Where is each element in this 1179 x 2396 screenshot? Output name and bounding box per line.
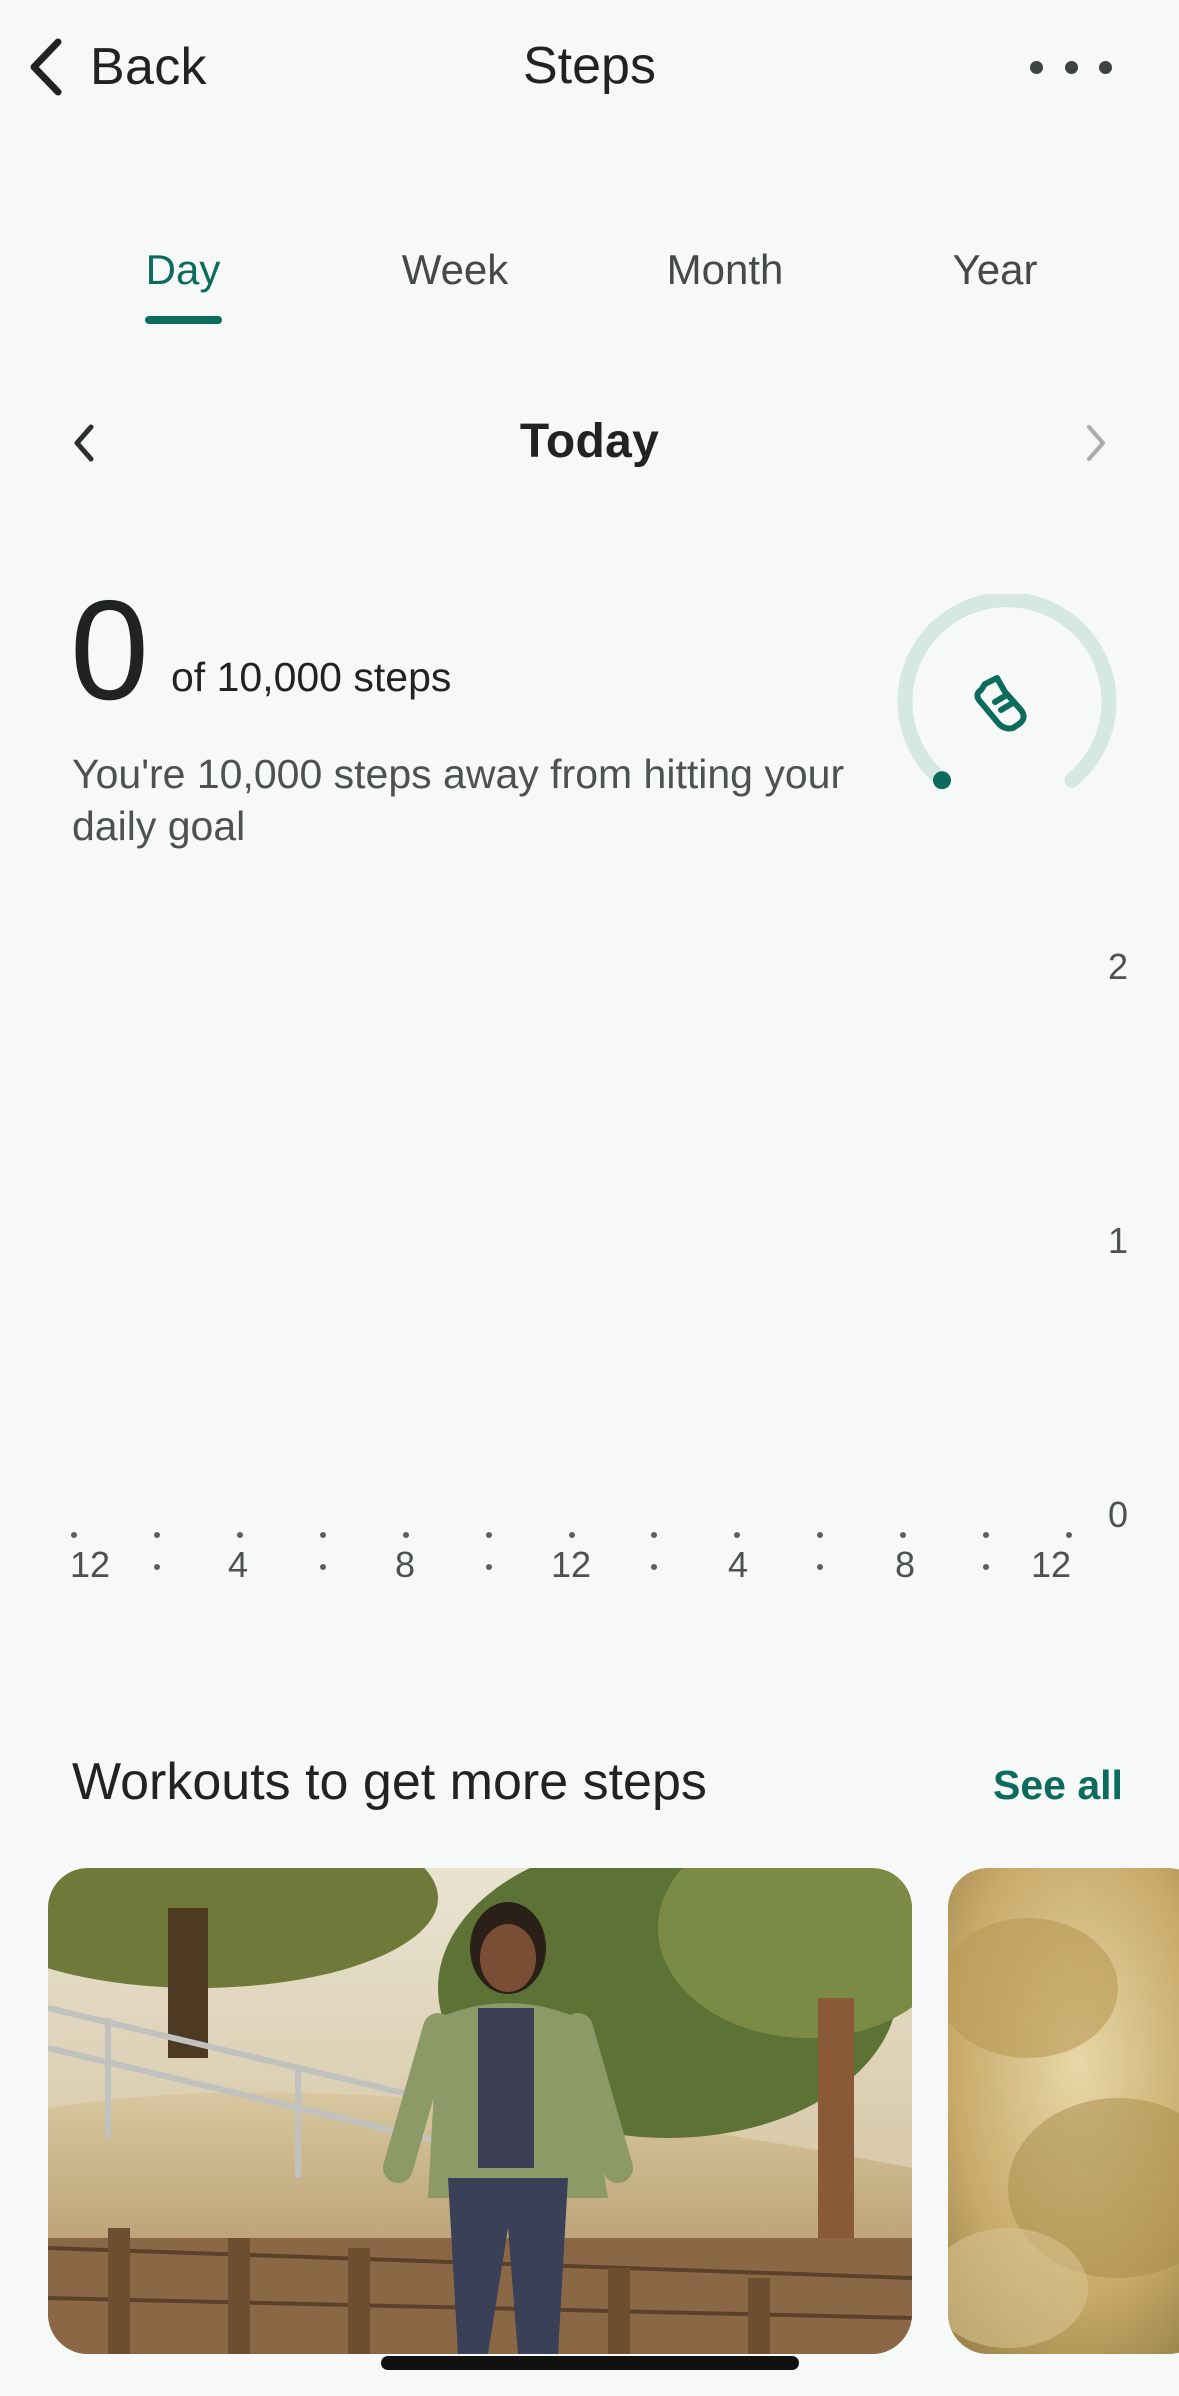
ring-progress-dot (933, 771, 951, 790)
x-axis-tick-dot (319, 1532, 326, 1538)
x-tick-label: 4 (227, 1544, 249, 1585)
next-day-button[interactable] (1074, 416, 1118, 470)
page-title: Steps (523, 37, 656, 95)
step-count: 0 (70, 571, 149, 730)
steps-progress-ring (897, 594, 1117, 790)
x-tick-label: 12 (550, 1544, 592, 1585)
section-title: Workouts to get more steps (72, 1753, 707, 1811)
x-axis-tick-dot (983, 1564, 990, 1570)
goal-message: You're 10,000 steps away from hitting yo… (72, 751, 845, 849)
x-axis-tick-dot (817, 1532, 824, 1538)
x-axis-tick-dot (153, 1564, 160, 1570)
workout-photo (948, 1868, 1179, 2354)
x-axis-tick-dot (485, 1532, 492, 1538)
x-axis-tick-dot (983, 1532, 990, 1538)
more-options-icon[interactable] (1030, 42, 1112, 92)
shoe-icon (974, 675, 1027, 732)
x-axis-tick-dot (651, 1532, 658, 1538)
tab-year[interactable]: Year (920, 246, 1070, 294)
x-tick-label: 12 (1030, 1544, 1072, 1585)
workout-photo (48, 1868, 912, 2354)
active-tab-indicator (145, 316, 222, 324)
x-axis-tick-dot (153, 1532, 160, 1538)
step-goal-text: of 10,000 steps (171, 654, 452, 700)
chevron-right-icon (1087, 425, 1105, 461)
x-axis-tick-dot (817, 1564, 824, 1570)
period-tabs: Day Week Month Year (0, 246, 1179, 326)
x-axis-tick-dot (402, 1532, 409, 1538)
dot-2 (1064, 60, 1078, 74)
see-all-link[interactable]: See all (993, 1762, 1123, 1809)
y-tick-label: 1 (1108, 1220, 1129, 1261)
x-axis-tick-dot (651, 1564, 658, 1570)
x-axis-tick-dot (734, 1532, 741, 1538)
x-axis-tick-dot (568, 1532, 575, 1538)
x-tick-label: 8 (894, 1544, 916, 1585)
x-tick-label: 12 (69, 1544, 111, 1585)
x-tick-label: 8 (394, 1544, 416, 1585)
workout-card[interactable] (48, 1868, 912, 2354)
date-label: Today (519, 415, 660, 468)
x-axis-tick-dot (319, 1564, 326, 1570)
dot-3 (1099, 60, 1112, 74)
tab-day[interactable]: Day (120, 246, 246, 294)
x-axis-tick-dot (71, 1532, 77, 1538)
x-tick-label: 4 (727, 1544, 749, 1585)
x-axis-tick-dot (1066, 1532, 1072, 1538)
x-axis-tick-dot (900, 1532, 907, 1538)
dot-1 (1030, 60, 1043, 74)
y-tick-label: 2 (1108, 946, 1129, 987)
y-tick-label: 0 (1108, 1494, 1129, 1535)
x-axis-tick-dot (485, 1564, 492, 1570)
tab-week[interactable]: Week (380, 246, 530, 294)
tab-month[interactable]: Month (640, 246, 810, 294)
home-indicator (381, 2356, 799, 2370)
x-axis-tick-dot (236, 1532, 243, 1538)
steps-chart: 2 1 0 12 4 8 12 4 8 12 (0, 900, 1179, 1620)
workout-card[interactable] (948, 1868, 1179, 2354)
